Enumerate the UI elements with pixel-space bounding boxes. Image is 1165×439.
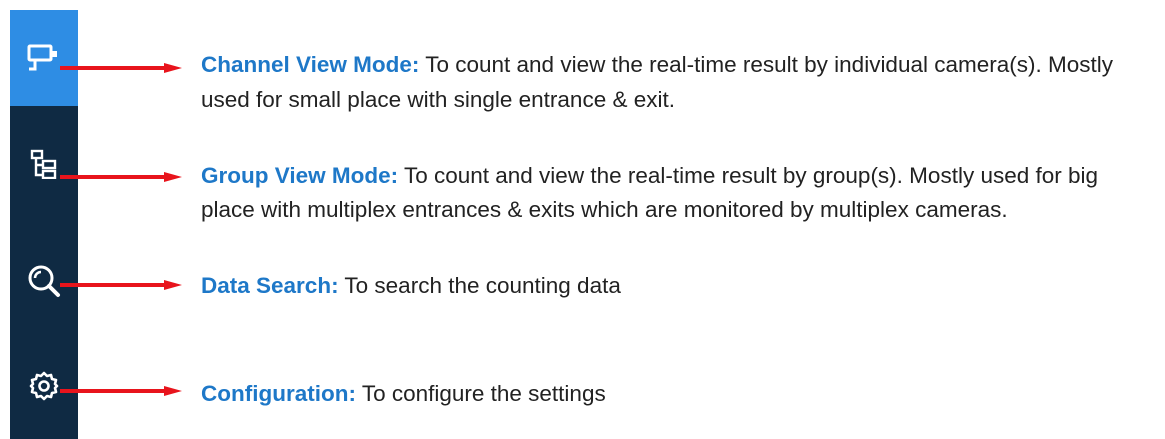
description-group-view: Group View Mode: To count and view the r… [201, 159, 1151, 227]
arrow-pointer [60, 386, 182, 396]
camera-icon [27, 44, 57, 71]
sidebar-item-group-view[interactable] [10, 134, 78, 194]
term-label: Configuration: [201, 381, 356, 406]
arrow-pointer [60, 63, 182, 73]
arrow-pointer [60, 172, 182, 182]
feature-legend: Channel View Mode: To count and view the… [0, 0, 1165, 439]
description-data-search: Data Search: To search the counting data [201, 268, 1151, 303]
gear-icon [29, 371, 59, 401]
term-label: Data Search: [201, 273, 339, 298]
arrow-pointer [60, 280, 182, 290]
sidebar [10, 10, 78, 439]
group-tree-icon [30, 149, 57, 179]
sidebar-item-channel-view[interactable] [10, 10, 78, 106]
term-label: Channel View Mode: [201, 52, 420, 77]
term-label: Group View Mode: [201, 163, 399, 188]
description-text: To search the counting data [338, 273, 621, 298]
description-text: To configure the settings [355, 381, 606, 406]
description-channel-view: Channel View Mode: To count and view the… [201, 47, 1151, 117]
description-configuration: Configuration: To configure the settings [201, 376, 1151, 411]
search-icon [28, 265, 60, 297]
